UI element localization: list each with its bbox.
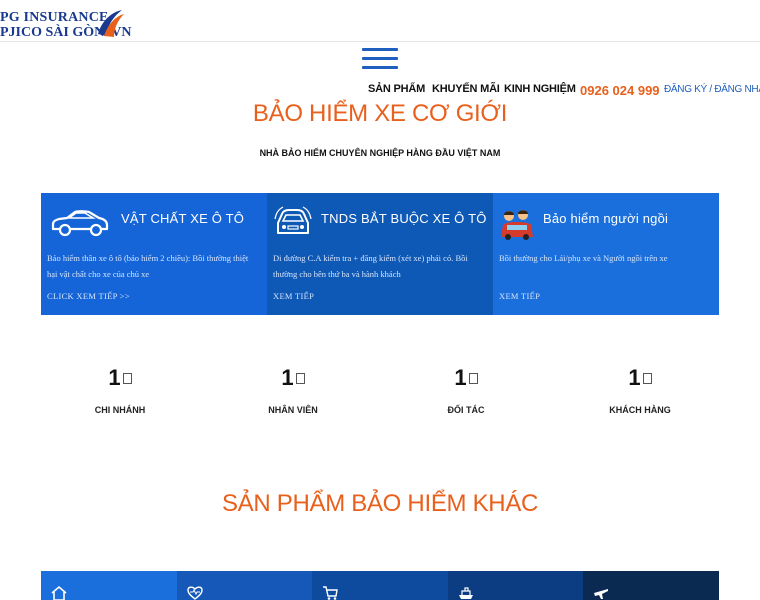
- register-login-link[interactable]: ĐĂNG KÝ / ĐĂNG NHẬP: [664, 84, 760, 95]
- card-title: Bảo hiểm người ngồi: [543, 211, 669, 226]
- page-title: BẢO HIỂM XE CƠ GIỚI: [252, 100, 508, 127]
- heart-pulse-icon: [186, 586, 203, 600]
- ship-icon: [458, 587, 473, 599]
- stat-employees: 1 NHÂN VIÊN: [233, 365, 353, 415]
- stat-customers: 1 KHÁCH HÀNG: [580, 365, 700, 415]
- stat-branches: 1 CHI NHÁNH: [60, 365, 180, 415]
- cart-icon: [323, 586, 339, 600]
- card-tnds-bat-buoc[interactable]: TNDS BẮT BUỘC XE Ô TÔ Di đường C.A kiểm …: [267, 193, 493, 315]
- product-tiles: [41, 571, 719, 600]
- card-description: Di đường C.A kiểm tra + đăng kiểm (xét x…: [273, 253, 468, 279]
- header-divider: [0, 41, 760, 42]
- nav-item-products[interactable]: SẢN PHẨM: [368, 83, 425, 95]
- card-title: VẬT CHẤT XE Ô TÔ: [121, 211, 245, 226]
- card-description: Bảo hiểm thân xe ô tô (bảo hiểm 2 chiều)…: [47, 253, 249, 279]
- stat-partners: 1 ĐỐI TÁC: [406, 365, 526, 415]
- stat-value: 1: [580, 365, 700, 391]
- stat-label: KHÁCH HÀNG: [609, 405, 671, 415]
- car-outline-icon: [51, 210, 109, 237]
- stat-value: 1: [60, 365, 180, 391]
- stat-label: NHÂN VIÊN: [268, 405, 318, 415]
- nav-item-experience[interactable]: KINH NGHIỆM: [504, 83, 576, 95]
- product-tile-travel[interactable]: [583, 571, 719, 600]
- section-title: SẢN PHẨM BẢO HIỂM KHÁC: [221, 490, 539, 517]
- product-tile-cargo[interactable]: [312, 571, 448, 600]
- stat-value: 1: [406, 365, 526, 391]
- menu-toggle-icon[interactable]: [362, 48, 398, 70]
- stat-label: CHI NHÁNH: [94, 405, 146, 415]
- card-read-more-link[interactable]: XEM TIẾP: [273, 291, 314, 301]
- logo-swoosh-icon: [98, 10, 124, 37]
- product-tile-health[interactable]: [176, 571, 313, 600]
- site-logo[interactable]: PG INSURANCE PJICO SÀI GÒN .VN: [0, 6, 131, 42]
- plane-icon: [594, 589, 609, 599]
- stat-label: ĐỐI TÁC: [447, 405, 485, 415]
- card-title: TNDS BẮT BUỘC XE Ô TÔ: [321, 211, 487, 226]
- service-cards: VẬT CHẤT XE Ô TÔ Bảo hiểm thân xe ô tô (…: [41, 193, 719, 315]
- passengers-car-icon: [501, 210, 533, 240]
- card-vat-chat-xe-oto[interactable]: VẬT CHẤT XE Ô TÔ Bảo hiểm thân xe ô tô (…: [41, 193, 267, 315]
- hotline-phone[interactable]: 0926 024 999: [580, 83, 660, 98]
- page-subtitle: NHÀ BẢO HIỂM CHUYÊN NGHIỆP HÀNG ĐẦU VIỆT…: [259, 148, 501, 158]
- nav-item-promotions[interactable]: KHUYẾN MÃI: [432, 83, 500, 95]
- main-nav: SẢN PHẨM KHUYẾN MÃI KINH NGHIỆM 0926 024…: [0, 83, 760, 99]
- product-tile-home[interactable]: [41, 571, 177, 600]
- card-bao-hiem-nguoi-ngoi[interactable]: Bảo hiểm người ngồi Bồi thường cho Lái/p…: [493, 193, 719, 315]
- card-description: Bồi thường cho Lái/phụ xe và Người ngồi …: [499, 253, 668, 263]
- product-tile-marine[interactable]: [447, 571, 584, 600]
- home-icon: [51, 585, 67, 600]
- car-front-icon: [274, 206, 312, 234]
- stat-value: 1: [233, 365, 353, 391]
- card-read-more-link[interactable]: XEM TIẾP: [499, 291, 540, 301]
- card-read-more-link[interactable]: CLICK XEM TIẾP >>: [47, 291, 130, 301]
